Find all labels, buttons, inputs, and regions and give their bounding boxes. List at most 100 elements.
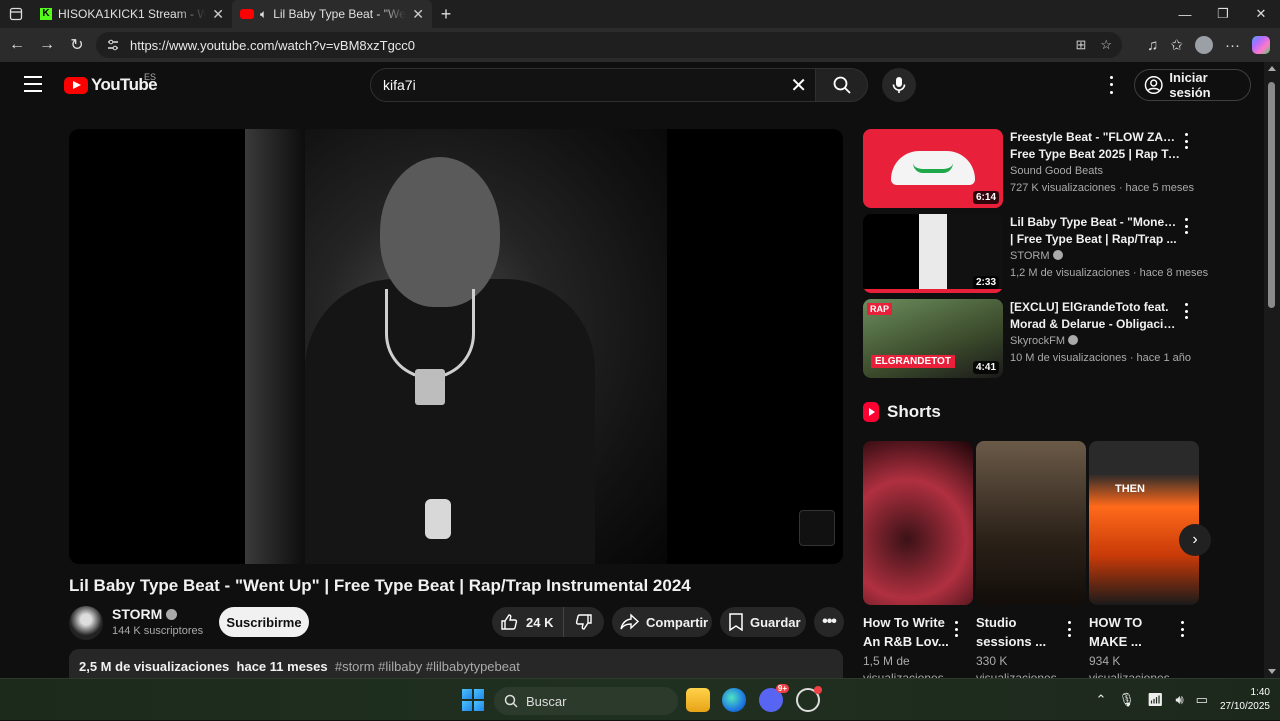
settings-kebab-icon[interactable] bbox=[1104, 74, 1118, 96]
profile-icon[interactable] bbox=[1195, 36, 1213, 54]
recommendation-meta: 1,2 M de visualizaciones · hace 8 meses bbox=[1010, 267, 1209, 279]
short-title[interactable]: Studio sessions ... bbox=[976, 613, 1072, 651]
recommendation-title[interactable]: Lil Baby Type Beat - "Money Up" | Free T… bbox=[1010, 214, 1180, 248]
action-menu-icon[interactable] bbox=[1181, 621, 1187, 637]
page-scrollbar[interactable] bbox=[1264, 62, 1280, 678]
shorts-next-button[interactable]: › bbox=[1179, 524, 1211, 556]
scroll-down-icon[interactable] bbox=[1268, 669, 1276, 674]
share-button[interactable]: Compartir bbox=[612, 607, 712, 637]
voice-search-button[interactable] bbox=[882, 68, 916, 102]
browser-tab-youtube[interactable]: 🔈︎ Lil Baby Type Beat - "Went Up" ✕ bbox=[232, 0, 432, 28]
apps-icon[interactable]: ⊞ bbox=[1075, 37, 1086, 53]
video-thumbnail[interactable]: RAP ELGRANDETOT 4:41 bbox=[863, 299, 1003, 378]
taskbar-search[interactable]: Buscar bbox=[494, 687, 678, 715]
clock[interactable]: 1:40 27/10/2025 bbox=[1220, 686, 1270, 714]
short-item[interactable]: Studio sessions ... 330 K visualizacione… bbox=[976, 441, 1086, 685]
video-player[interactable] bbox=[69, 129, 843, 564]
copilot-icon[interactable] bbox=[1252, 36, 1270, 54]
channel-avatar[interactable] bbox=[69, 606, 103, 640]
hashtags[interactable]: #storm #lilbaby #lilbabytypebeat bbox=[335, 659, 520, 674]
back-icon[interactable]: ← bbox=[2, 30, 32, 60]
volume-icon[interactable]: 🔊︎ bbox=[1175, 692, 1183, 708]
site-info-icon[interactable] bbox=[106, 38, 120, 52]
shorts-header: Shorts bbox=[863, 402, 941, 422]
short-thumbnail[interactable] bbox=[863, 441, 973, 605]
battery-icon[interactable]: ▭ bbox=[1196, 692, 1208, 708]
menu-icon[interactable] bbox=[24, 76, 42, 92]
close-tab-icon[interactable]: ✕ bbox=[212, 6, 224, 23]
video-thumbnail[interactable]: 2:33 bbox=[863, 214, 1003, 293]
read-aloud-icon[interactable]: ♫ bbox=[1147, 37, 1158, 54]
duration-badge: 2:33 bbox=[972, 276, 999, 289]
close-tab-icon[interactable]: ✕ bbox=[412, 6, 424, 23]
bookmark-icon bbox=[729, 613, 743, 631]
recommendation-channel[interactable]: STORM bbox=[1010, 250, 1063, 262]
like-button[interactable]: 24 K bbox=[492, 607, 564, 637]
search-input[interactable]: kifa7i ✕ bbox=[370, 68, 816, 102]
short-title[interactable]: HOW TO MAKE ... bbox=[1089, 613, 1185, 651]
tab-actions-icon[interactable] bbox=[0, 0, 32, 28]
more-actions-button[interactable]: ••• bbox=[814, 607, 844, 637]
channel-name-wrap[interactable]: STORM bbox=[112, 606, 178, 622]
windows-start-icon[interactable] bbox=[462, 689, 484, 711]
forward-icon[interactable]: → bbox=[32, 30, 62, 60]
recommendation-item[interactable]: RAP ELGRANDETOT 4:41 [EXCLU] ElGrandeTot… bbox=[863, 299, 1193, 379]
minimize-icon[interactable]: — bbox=[1166, 0, 1204, 28]
app-icon[interactable] bbox=[796, 686, 822, 712]
recommendation-title[interactable]: Freestyle Beat - "FLOW ZAZA" | Free Type… bbox=[1010, 129, 1180, 163]
recommendation-item[interactable]: 2:33 Lil Baby Type Beat - "Money Up" | F… bbox=[863, 214, 1208, 294]
wifi-icon[interactable]: 📶︎ bbox=[1147, 692, 1164, 708]
views-line: 934 K bbox=[1089, 654, 1121, 668]
address-bar[interactable]: https://www.youtube.com/watch?v=vBM8xzTg… bbox=[96, 32, 1122, 58]
subscribe-button[interactable]: Suscribirme bbox=[219, 607, 309, 637]
file-explorer-icon[interactable] bbox=[686, 688, 710, 712]
clear-search-icon[interactable]: ✕ bbox=[790, 73, 807, 98]
edge-browser-icon[interactable] bbox=[722, 688, 746, 712]
short-thumbnail[interactable]: THEN bbox=[1089, 441, 1199, 605]
save-button[interactable]: Guardar bbox=[720, 607, 806, 637]
signin-label: Iniciar sesión bbox=[1169, 70, 1211, 100]
scroll-up-icon[interactable] bbox=[1268, 66, 1276, 71]
title-line: An R&B Lov... bbox=[863, 634, 949, 649]
share-icon bbox=[620, 613, 640, 630]
date: 27/10/2025 bbox=[1219, 701, 1270, 712]
thumbs-up-icon bbox=[501, 614, 518, 630]
channel-label: SkyrockFM bbox=[1010, 335, 1065, 347]
channel-watermark[interactable] bbox=[799, 510, 835, 546]
dislike-button[interactable] bbox=[564, 613, 604, 631]
browser-tab-kick[interactable]: K HISOKA1KICK1 Stream - Watch Live ✕ bbox=[32, 0, 232, 28]
recommendation-item[interactable]: 6:14 Freestyle Beat - "FLOW ZAZA" | Free… bbox=[863, 129, 1194, 209]
favorite-star-icon[interactable]: ☆ bbox=[1100, 37, 1112, 53]
action-menu-icon[interactable] bbox=[1185, 133, 1191, 149]
reload-icon[interactable]: ↻ bbox=[62, 30, 92, 60]
short-item[interactable]: THEN HOW TO MAKE ... 934 K visualizacion… bbox=[1089, 441, 1199, 685]
verified-icon bbox=[1052, 250, 1063, 260]
close-window-icon[interactable]: ✕ bbox=[1242, 0, 1280, 28]
short-item[interactable]: How To Write An R&B Lov... 1,5 M de visu… bbox=[863, 441, 973, 685]
action-menu-icon[interactable] bbox=[1185, 218, 1191, 234]
speaker-icon[interactable]: 🔈︎ bbox=[260, 7, 267, 22]
search-button[interactable] bbox=[816, 68, 868, 102]
signin-button[interactable]: Iniciar sesión bbox=[1134, 69, 1251, 101]
more-menu-icon[interactable]: ··· bbox=[1225, 37, 1240, 54]
recommendation-channel[interactable]: Sound Good Beats bbox=[1010, 165, 1103, 177]
subscriber-count: 144 K suscriptores bbox=[112, 625, 204, 637]
youtube-logo[interactable]: YouTube ES bbox=[64, 72, 158, 95]
title-line: How To Write bbox=[863, 615, 945, 630]
recommendation-channel[interactable]: SkyrockFM bbox=[1010, 335, 1079, 347]
action-menu-icon[interactable] bbox=[955, 621, 961, 637]
new-tab-button[interactable]: + bbox=[432, 4, 460, 25]
favorites-icon[interactable]: ✩ bbox=[1170, 36, 1183, 54]
scrollbar-thumb[interactable] bbox=[1268, 82, 1275, 308]
channel-name[interactable]: STORM bbox=[112, 606, 162, 622]
action-menu-icon[interactable] bbox=[1068, 621, 1074, 637]
discord-icon[interactable]: 9+ bbox=[759, 684, 789, 712]
maximize-icon[interactable]: ❐ bbox=[1204, 0, 1242, 28]
short-thumbnail[interactable] bbox=[976, 441, 1086, 605]
video-thumbnail[interactable]: 6:14 bbox=[863, 129, 1003, 208]
microphone-icon[interactable]: 🎙︎ bbox=[1118, 692, 1135, 708]
chevron-up-icon[interactable]: ⌃ bbox=[1096, 692, 1107, 708]
action-menu-icon[interactable] bbox=[1185, 303, 1191, 319]
recommendation-title[interactable]: [EXCLU] ElGrandeToto feat. Morad & Delar… bbox=[1010, 299, 1180, 333]
short-title[interactable]: How To Write An R&B Lov... bbox=[863, 613, 959, 651]
